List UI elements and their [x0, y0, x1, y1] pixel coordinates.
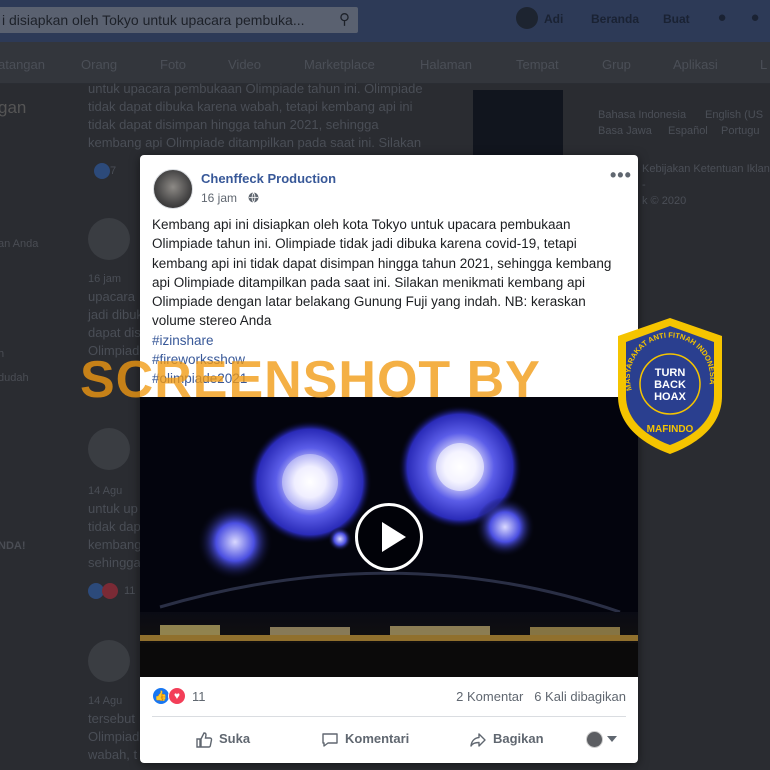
left-filter-item[interactable]: h — [0, 348, 4, 360]
comment-label: Komentari — [345, 731, 410, 746]
result-date: 14 Agu — [88, 485, 123, 497]
post-author-name[interactable]: Chenffeck Production — [201, 171, 336, 186]
footer-dash: - — [642, 179, 646, 191]
search-input[interactable]: i disiapkan oleh Tokyo untuk upacara pem… — [0, 7, 358, 33]
badge-line-3: HOAX — [654, 391, 686, 403]
tab-orang[interactable]: Orang — [81, 57, 117, 72]
result-reaction-count: 7 — [110, 165, 117, 177]
result-text: jadi dibuk — [88, 307, 143, 322]
reaction-count: 11 — [192, 689, 206, 704]
tab-postingan[interactable]: atangan — [0, 57, 45, 72]
chevron-down-icon — [607, 736, 617, 742]
result-text: untuk up — [88, 501, 138, 516]
friends-icon[interactable]: ● — [712, 9, 732, 29]
search-input-value: i disiapkan oleh Tokyo untuk upacara pem… — [2, 12, 305, 28]
badge-bottom-text: MAFINDO — [647, 424, 694, 435]
tab-aplikasi[interactable]: Aplikasi — [673, 57, 718, 72]
badge-line-2: BACK — [654, 379, 686, 391]
messenger-icon[interactable]: ● — [745, 9, 765, 29]
copyright-text: k © 2020 — [642, 195, 687, 207]
share-button[interactable]: Bagikan — [469, 723, 544, 755]
tab-foto[interactable]: Foto — [160, 57, 186, 72]
more-options-icon[interactable]: ••• — [610, 165, 632, 186]
like-icon — [94, 163, 110, 179]
video-player[interactable] — [140, 397, 638, 677]
result-video-thumbnail[interactable] — [473, 90, 563, 160]
love-icon — [102, 583, 118, 599]
avatar[interactable] — [88, 640, 130, 682]
footer-links[interactable]: Kebijakan Ketentuan Iklan Pilih — [642, 163, 770, 175]
result-text: kembang api Olimpiade ditampilkan pada s… — [88, 135, 422, 150]
avatar[interactable] — [88, 218, 130, 260]
tab-tempat[interactable]: Tempat — [516, 57, 559, 72]
play-button[interactable] — [355, 503, 423, 571]
tab-halaman[interactable]: Halaman — [420, 57, 472, 72]
reaction-audience-selector[interactable] — [586, 730, 620, 750]
home-link[interactable]: Beranda — [591, 12, 639, 26]
post-card: Chenffeck Production 16 jam ••• Kembang … — [140, 155, 638, 763]
hashtag-link[interactable]: #olimpiade2021 — [152, 369, 626, 388]
result-text: tidak dapat dibuka karena wabah, tetapi … — [88, 99, 413, 114]
avatar[interactable] — [88, 428, 130, 470]
badge-line-1: TURN — [655, 367, 686, 379]
result-text: tidak dap — [88, 519, 141, 534]
result-date: 16 jam — [88, 273, 122, 285]
left-filter-column: gan an Anda h dudah NDA! — [0, 84, 80, 770]
engagement-stats: 2 Komentar 6 Kali dibagikan — [456, 689, 626, 704]
love-reaction-icon: ♥ — [168, 687, 186, 705]
globe-icon — [248, 192, 259, 203]
result-reaction-count: 11 — [124, 585, 136, 597]
thumbs-up-icon — [196, 731, 213, 748]
result-text: sehingga — [88, 555, 141, 570]
comment-icon — [322, 732, 338, 747]
search-filter-tabs: atangan Orang Foto Video Marketplace Hal… — [0, 42, 770, 84]
tab-marketplace[interactable]: Marketplace — [304, 57, 375, 72]
language-link[interactable]: Portugu — [721, 125, 760, 137]
share-count-link[interactable]: 6 Kali dibagikan — [534, 689, 626, 704]
divider — [152, 716, 626, 717]
result-text: Olimpiad — [88, 729, 140, 744]
post-timestamp[interactable]: 16 jam — [201, 191, 237, 205]
tab-more[interactable]: L — [760, 57, 767, 72]
tab-grup[interactable]: Grup — [602, 57, 631, 72]
language-link[interactable]: Español — [668, 125, 708, 137]
language-link[interactable]: English (US — [705, 109, 763, 121]
result-text: untuk upacara pembukaan Olimpiade tahun … — [88, 81, 423, 96]
result-text: upacara — [88, 289, 135, 304]
result-text: tidak dapat disimpan hingga tahun 2021, … — [88, 117, 379, 132]
tab-video[interactable]: Video — [228, 57, 261, 72]
profile-name-link[interactable]: Adi — [544, 12, 563, 26]
search-icon[interactable]: ⚲ — [339, 7, 350, 33]
post-message: Kembang api ini disiapkan oleh kota Toky… — [152, 217, 612, 329]
create-link[interactable]: Buat — [663, 12, 690, 26]
like-button[interactable]: Suka — [195, 723, 250, 755]
hashtag-link[interactable]: #izinshare — [152, 331, 626, 350]
share-label: Bagikan — [493, 731, 544, 746]
comment-count-link[interactable]: 2 Komentar — [456, 689, 523, 704]
result-text: wabah, t — [88, 747, 138, 762]
left-filter-item[interactable]: an Anda — [0, 238, 38, 250]
hashtag-link[interactable]: #fireworksshow — [152, 350, 626, 369]
top-navigation-bar: i disiapkan oleh Tokyo untuk upacara pem… — [0, 0, 770, 42]
result-text: tersebut — [88, 711, 135, 726]
result-date: 14 Agu — [88, 695, 123, 707]
language-link[interactable]: Bahasa Indonesia — [598, 109, 686, 121]
share-icon — [470, 732, 486, 747]
left-heading: gan — [0, 98, 27, 117]
language-link[interactable]: Basa Jawa — [598, 125, 652, 137]
post-body: Kembang api ini disiapkan oleh kota Toky… — [152, 215, 626, 389]
like-label: Suka — [219, 731, 251, 746]
author-avatar[interactable] — [153, 169, 193, 209]
profile-avatar[interactable] — [516, 7, 538, 29]
turnbackhoax-badge-logo: MASYARAKAT ANTI FITNAH INDONESIA TURN BA… — [618, 318, 722, 454]
result-text: kembang — [88, 537, 142, 552]
result-text: dapat dis — [88, 325, 141, 340]
left-filter-item[interactable]: dudah — [0, 372, 29, 384]
user-mini-avatar — [586, 731, 603, 748]
left-filter-item[interactable]: NDA! — [0, 540, 26, 552]
comment-button[interactable]: Komentari — [321, 723, 409, 755]
result-text: Olimpiad — [88, 343, 140, 358]
